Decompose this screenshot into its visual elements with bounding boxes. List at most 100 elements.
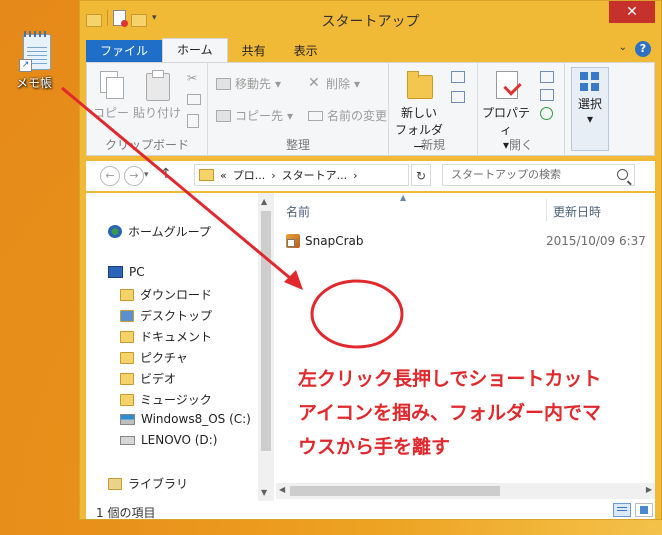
item-count: 1 個の項目 — [96, 506, 156, 520]
libraries-icon — [108, 477, 122, 490]
breadcrumb-separator[interactable]: › — [353, 169, 357, 182]
scrollbar-thumb[interactable] — [290, 486, 500, 496]
file-modified: 2015/10/09 6:37 — [546, 234, 646, 248]
back-button[interactable]: ← — [100, 166, 120, 186]
search-placeholder: スタートアップの検索 — [451, 168, 561, 181]
paste-label: 貼り付け — [133, 106, 182, 120]
breadcrumb-overflow[interactable]: « — [220, 169, 227, 182]
forward-button[interactable]: → — [124, 166, 144, 186]
up-button[interactable]: ↑ — [160, 166, 172, 182]
paste-shortcut-icon[interactable] — [187, 114, 199, 128]
nav-item-videos[interactable]: ビデオ — [120, 370, 176, 387]
pc-icon — [108, 266, 123, 278]
move-to-button[interactable]: 移動先 ▾ — [216, 75, 281, 92]
drive-c-icon — [120, 413, 135, 425]
annotation-text: 左クリック長押しでショートカット アイコンを掴み、フォルダー内でマ ウスから手を… — [298, 362, 648, 464]
copy-button[interactable]: コピー — [93, 69, 129, 121]
column-header-name[interactable]: 名前 — [286, 203, 310, 220]
history-icon[interactable] — [540, 107, 553, 120]
cut-icon[interactable]: ✂ — [187, 71, 201, 85]
open-group: プロパティ ▾ 開く — [478, 63, 565, 155]
nav-item-pictures[interactable]: ピクチャ — [120, 349, 188, 366]
annotation-line: ウスから手を離す — [298, 436, 451, 458]
new-item-icon[interactable] — [451, 71, 465, 83]
search-icon[interactable] — [617, 169, 628, 180]
notepad-icon: ↗ — [17, 30, 51, 72]
file-name: SnapCrab — [305, 234, 364, 248]
desktop-folder-icon — [120, 309, 134, 322]
nav-item-homegroup[interactable]: ホームグループ — [108, 223, 211, 240]
tab-view[interactable]: 表示 — [280, 40, 332, 62]
nav-item-libraries[interactable]: ライブラリ — [108, 475, 188, 492]
nav-item-downloads[interactable]: ダウンロード — [120, 286, 212, 303]
music-folder-icon — [120, 393, 134, 406]
tab-home[interactable]: ホーム — [162, 38, 228, 62]
downloads-folder-icon — [120, 288, 134, 301]
select-group: 選択 ▾ — [565, 63, 615, 155]
annotation-line: アイコンを掴み、フォルダー内でマ — [298, 402, 602, 424]
drive-d-icon — [120, 435, 135, 445]
select-button[interactable]: 選択 ▾ — [571, 67, 609, 151]
breadcrumb-separator[interactable]: › — [271, 169, 275, 182]
copy-path-icon[interactable] — [187, 94, 201, 105]
scroll-left-icon[interactable]: ◀ — [279, 485, 285, 494]
nav-pane-scrollbar[interactable]: ▲ ▼ — [258, 193, 274, 501]
tab-share[interactable]: 共有 — [228, 40, 280, 62]
help-icon[interactable]: ? — [635, 41, 651, 57]
tab-file[interactable]: ファイル — [86, 40, 163, 62]
nav-item-music[interactable]: ミュージック — [120, 391, 212, 408]
window-title: スタートアップ — [321, 14, 420, 30]
properties-icon — [491, 69, 522, 101]
clipboard-group: コピー 貼り付け ✂ クリップボード — [87, 63, 208, 155]
chevron-down-icon[interactable]: ⌄ — [619, 42, 627, 53]
large-icons-view-button[interactable] — [635, 503, 653, 517]
open-icon[interactable] — [540, 71, 554, 83]
column-header-modified[interactable]: 更新日時 — [553, 203, 601, 220]
annotation-line: 左クリック長押しでショートカット — [298, 368, 602, 390]
delete-button[interactable]: ✕ 削除 ▾ — [308, 75, 360, 92]
desktop-notepad-shortcut[interactable]: ↗ メモ帳 — [6, 30, 62, 91]
new-group: 新しい フォルダー 新規 — [389, 63, 478, 155]
videos-folder-icon — [120, 372, 134, 385]
large-icons-view-icon — [640, 506, 648, 514]
nav-item-drive-c[interactable]: Windows8_OS (C:) — [120, 412, 251, 426]
nav-item-documents[interactable]: ドキュメント — [120, 328, 212, 345]
folder-icon — [199, 169, 214, 181]
delete-icon: ✕ — [308, 74, 320, 91]
paste-button[interactable]: 貼り付け — [133, 69, 181, 121]
shortcut-arrow-icon: ↗ — [19, 59, 32, 72]
sort-caret-icon: ▲ — [400, 193, 407, 202]
rename-icon — [308, 110, 323, 121]
ribbon-tabs: ファイル ホーム 共有 表示 ⌄ ? — [86, 38, 655, 62]
copy-label: コピー — [93, 106, 130, 120]
file-pane-h-scrollbar[interactable]: ◀ ▶ — [276, 483, 655, 499]
recent-locations-icon[interactable]: ▾ — [144, 170, 149, 180]
copy-folder-icon — [216, 109, 231, 122]
breadcrumb-startup[interactable]: スタートア... — [282, 167, 348, 183]
edit-icon[interactable] — [540, 89, 554, 101]
homegroup-icon — [108, 225, 122, 238]
nav-item-pc[interactable]: PC — [108, 265, 145, 279]
move-folder-icon — [216, 77, 231, 90]
refresh-button[interactable]: ↻ — [411, 164, 431, 186]
select-grid-icon — [580, 72, 600, 92]
file-row[interactable]: SnapCrab 2015/10/09 6:37 — [286, 231, 655, 251]
close-button[interactable]: ✕ — [609, 1, 655, 23]
scrollbar-thumb[interactable] — [261, 211, 271, 451]
navigation-bar: ← → ▾ ↑ « プロ... › スタートア... › ↻ スタートアップの検… — [86, 161, 655, 191]
search-input[interactable]: スタートアップの検索 — [442, 164, 635, 186]
scroll-right-icon[interactable]: ▶ — [646, 485, 652, 494]
title-bar[interactable]: ▾ スタートアップ ✕ — [80, 1, 661, 37]
pictures-folder-icon — [120, 351, 134, 364]
copy-to-button[interactable]: コピー先 ▾ — [216, 107, 293, 124]
scroll-up-icon[interactable]: ▲ — [261, 197, 267, 206]
details-view-button[interactable] — [613, 503, 631, 517]
nav-item-drive-d[interactable]: LENOVO (D:) — [120, 433, 217, 447]
easy-access-icon[interactable] — [451, 91, 465, 103]
nav-item-desktop[interactable]: デスクトップ — [120, 307, 212, 324]
address-bar[interactable]: « プロ... › スタートア... › — [194, 164, 409, 186]
paste-icon — [142, 69, 172, 101]
scroll-down-icon[interactable]: ▼ — [261, 488, 267, 497]
breadcrumb-programs[interactable]: プロ... — [233, 167, 266, 183]
rename-button[interactable]: 名前の変更 — [308, 107, 387, 124]
